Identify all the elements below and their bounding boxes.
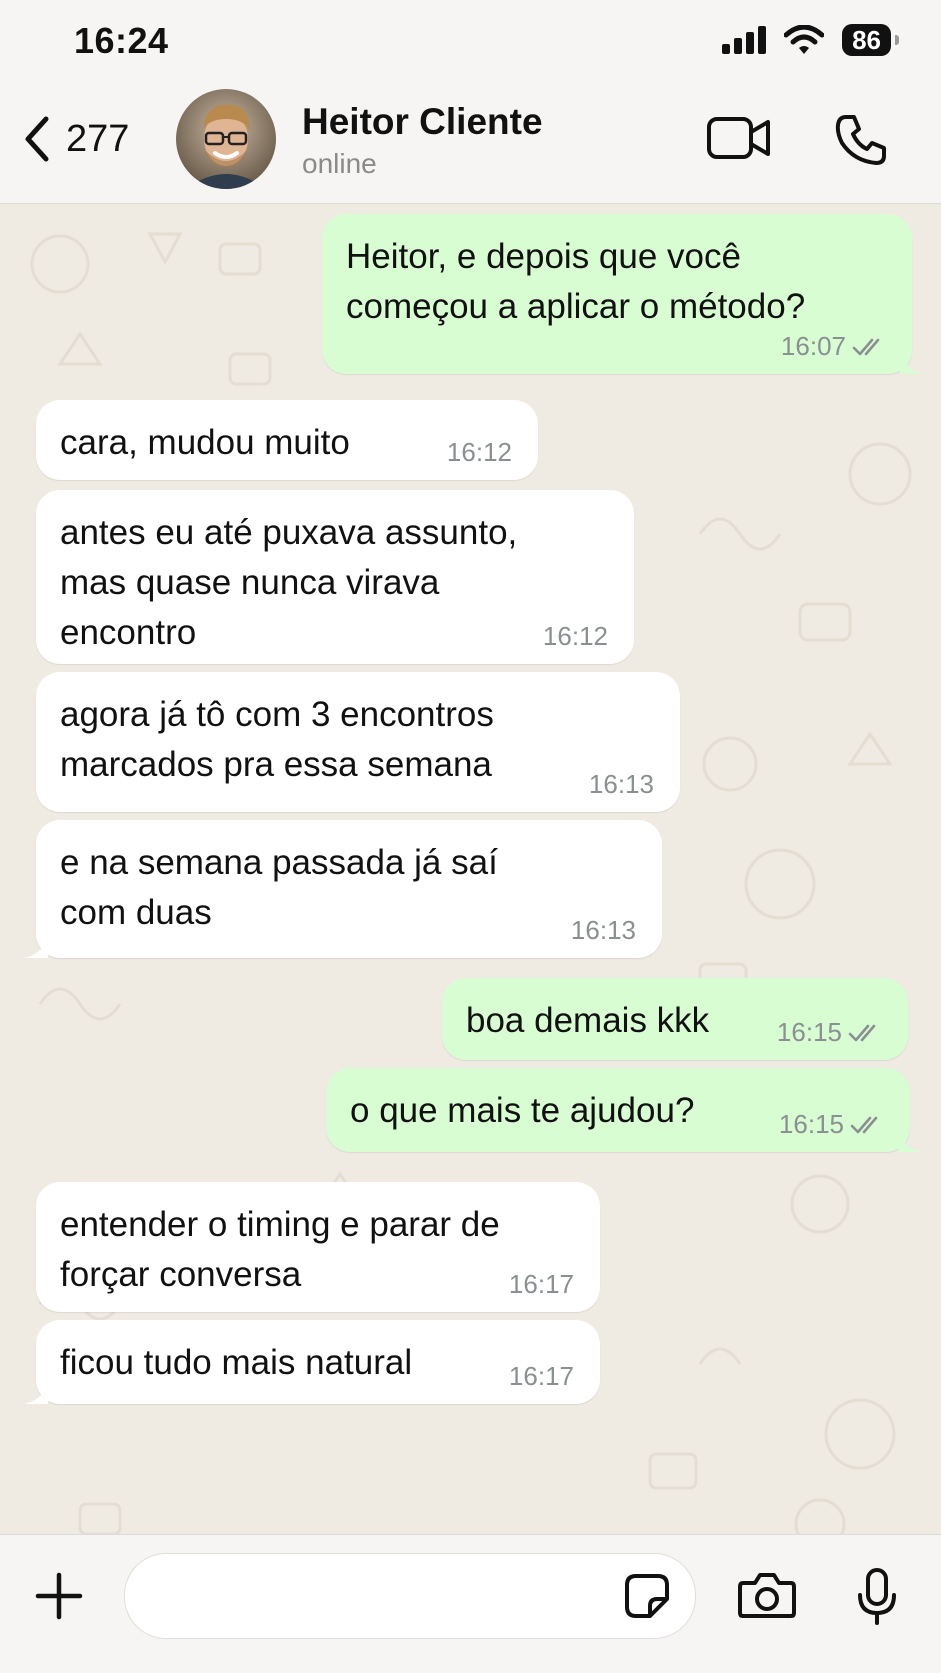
microphone-icon[interactable] [856,1567,898,1627]
camera-icon[interactable] [738,1571,796,1619]
outgoing-message[interactable]: boa demais kkk 16:15 [442,978,908,1060]
bubble-tail [24,1380,48,1404]
message-text: e na semana passada já saí com duas [60,843,498,932]
message-text: agora já tô com 3 encontros marcados pra… [60,695,494,784]
chat-header: 277 Heitor Cliente online [0,85,941,204]
message-text: boa demais kkk [466,1001,710,1040]
status-time: 16:24 [74,20,169,61]
incoming-message[interactable]: ficou tudo mais natural 16:17 [24,1320,600,1404]
unread-count: 277 [66,117,130,160]
message-meta: 16:17 [509,1361,574,1392]
video-call-icon[interactable] [706,115,772,161]
message-meta: 16:13 [571,915,636,946]
outgoing-message[interactable]: Heitor, e depois que você começou a apli… [322,214,924,374]
message-time: 16:15 [776,1017,842,1047]
message-time: 16:13 [588,769,654,799]
incoming-message[interactable]: antes eu até puxava assunto, mas quase n… [36,490,634,664]
sticker-icon[interactable] [624,1573,670,1619]
incoming-message[interactable]: agora já tô com 3 encontros marcados pra… [36,672,680,812]
status-icons: 86 [722,24,899,56]
message-meta: 16:12 [447,437,512,468]
message-time: 16:17 [508,1269,574,1299]
outgoing-message[interactable]: o que mais te ajudou? 16:15 [326,1068,922,1152]
signal-icon [722,26,767,54]
contact-name[interactable]: Heitor Cliente [302,101,543,143]
message-text: entender o timing e parar de forçar conv… [60,1205,500,1294]
incoming-message[interactable]: e na semana passada já saí com duas 16:13 [24,820,662,958]
incoming-message[interactable]: entender o timing e parar de forçar conv… [36,1182,600,1312]
message-time: 16:07 [780,331,846,361]
back-button[interactable]: 277 [22,115,129,163]
read-receipt-icon [850,1116,878,1133]
bubble-tail [900,350,924,374]
wifi-icon [784,25,825,54]
battery-icon: 86 [842,24,899,56]
message-text: Heitor, e depois que você começou a apli… [346,237,806,326]
message-text: cara, mudou muito [60,423,350,462]
message-meta: 16:17 [509,1269,574,1300]
avatar[interactable] [176,89,276,189]
message-meta: 16:15 [779,1109,884,1140]
message-text: o que mais te ajudou? [350,1091,695,1130]
message-time: 16:15 [778,1109,844,1139]
incoming-message[interactable]: cara, mudou muito 16:12 [36,400,538,480]
message-text: antes eu até puxava assunto, mas quase n… [60,513,518,652]
chat-area[interactable]: Heitor, e depois que você começou a apli… [0,204,941,1534]
back-chevron-icon [25,116,49,162]
message-meta: 16:13 [589,769,654,800]
read-receipt-icon [852,338,880,355]
message-meta: 16:07 [781,331,886,362]
bubble-tail [24,934,48,958]
plus-icon[interactable] [34,1571,84,1621]
message-meta: 16:12 [543,621,608,652]
contact-status: online [302,148,377,179]
message-time: 16:17 [508,1361,574,1391]
message-time: 16:13 [570,915,636,945]
read-receipt-icon [848,1024,876,1041]
message-text: ficou tudo mais natural [60,1343,413,1382]
bubble-tail [898,1128,922,1152]
voice-call-icon[interactable] [834,113,888,167]
message-input[interactable] [124,1553,696,1639]
composer-bar [0,1534,941,1673]
message-time: 16:12 [542,621,608,651]
message-meta: 16:15 [777,1017,882,1048]
status-bar: 16:24 86 [0,0,941,85]
message-time: 16:12 [446,437,512,467]
